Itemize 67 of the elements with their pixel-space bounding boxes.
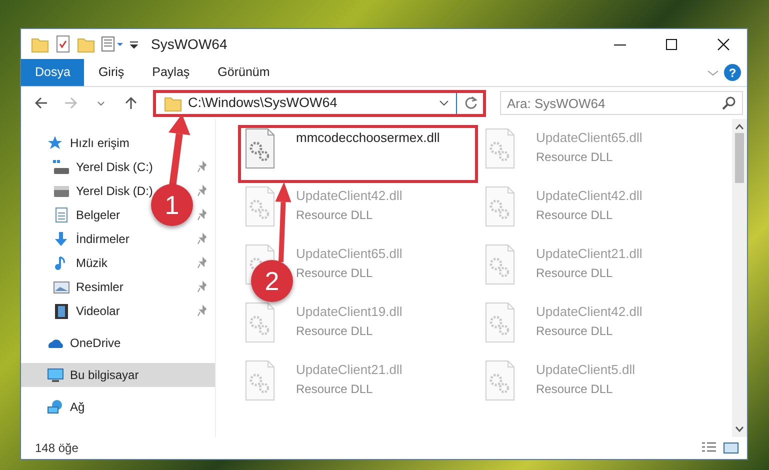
scrollbar[interactable]: [732, 119, 747, 437]
scroll-thumb[interactable]: [735, 133, 744, 183]
file-type: Resource DLL: [296, 264, 374, 282]
dll-file-icon: [244, 186, 276, 228]
scroll-up-icon[interactable]: [735, 123, 744, 131]
search-icon[interactable]: [721, 95, 737, 111]
sidebar-item[interactable]: Müzik: [76, 254, 108, 272]
item-count: 148 öğe: [35, 440, 78, 457]
ribbon-tab[interactable]: Görünüm: [204, 59, 284, 86]
large-icons-view-icon[interactable]: [723, 441, 739, 455]
file-type: Resource DLL: [296, 322, 374, 340]
file-type: Resource DLL: [536, 206, 614, 224]
pin-icon[interactable]: [197, 185, 207, 197]
layout-icon[interactable]: [101, 35, 123, 53]
sidebar-item[interactable]: Belgeler: [76, 206, 120, 224]
file-type: Resource DLL: [536, 322, 614, 340]
pin-icon[interactable]: [197, 161, 207, 173]
ribbon-tab[interactable]: Paylaş: [138, 59, 204, 86]
up-arrow-icon[interactable]: [123, 95, 139, 111]
file-type: Resource DLL: [536, 264, 614, 282]
computer-icon: [47, 367, 64, 383]
pin-icon[interactable]: [197, 305, 207, 317]
file-type: Resource DLL: [296, 380, 374, 398]
star-icon: [47, 135, 64, 151]
sidebar-item[interactable]: Ağ: [70, 398, 85, 416]
file-type: Resource DLL: [536, 380, 614, 398]
file-type: Resource DLL: [296, 206, 374, 224]
ribbon-tab[interactable]: Giriş: [84, 59, 138, 86]
dll-file-icon: [484, 360, 516, 402]
sidebar-item[interactable]: Yerel Disk (C:): [76, 158, 153, 176]
film-icon: [53, 303, 70, 319]
download-arrow-icon: [53, 231, 70, 247]
sidebar-item[interactable]: Bu bilgisayar: [70, 366, 139, 384]
dll-file-icon: [244, 302, 276, 344]
drive-icon: [53, 159, 70, 175]
pin-icon[interactable]: [197, 257, 207, 269]
ribbon-tab[interactable]: Dosya: [21, 59, 84, 86]
dll-file-icon: [244, 360, 276, 402]
dll-file-icon: [484, 244, 516, 286]
window-title: SysWOW64: [151, 34, 228, 54]
help-button[interactable]: ?: [724, 64, 741, 81]
drive-icon: [53, 183, 70, 199]
sidebar-item[interactable]: Hızlı erişim: [70, 134, 130, 152]
picture-icon: [53, 279, 70, 295]
dll-file-icon: [244, 128, 276, 170]
sidebar-item[interactable]: Videolar: [76, 302, 120, 320]
pin-icon[interactable]: [197, 233, 207, 245]
pin-icon[interactable]: [197, 281, 207, 293]
dll-file-icon: [484, 128, 516, 170]
document-icon: [53, 207, 70, 223]
scroll-down-icon[interactable]: [735, 425, 744, 433]
dll-file-icon: [484, 302, 516, 344]
dll-file-icon: [484, 186, 516, 228]
sidebar-item[interactable]: OneDrive: [70, 334, 121, 352]
address-bar[interactable]: C:\Windows\SysWOW64: [153, 90, 486, 116]
sidebar-item[interactable]: Resimler: [76, 278, 124, 296]
back-arrow-icon[interactable]: [33, 95, 49, 111]
sidebar-item[interactable]: Yerel Disk (D:): [76, 182, 153, 200]
properties-icon[interactable]: [55, 35, 71, 53]
refresh-icon[interactable]: [463, 94, 479, 112]
sidebar-item[interactable]: İndirmeler: [76, 230, 130, 248]
address-path: C:\Windows\SysWOW64: [188, 94, 338, 112]
pin-icon[interactable]: [197, 209, 207, 221]
network-icon: [47, 399, 64, 415]
file-type: Resource DLL: [536, 148, 614, 166]
search-field[interactable]: Ara: SysWOW64: [500, 91, 743, 115]
file-name[interactable]: mmcodecchoosermex.dll: [296, 128, 440, 148]
